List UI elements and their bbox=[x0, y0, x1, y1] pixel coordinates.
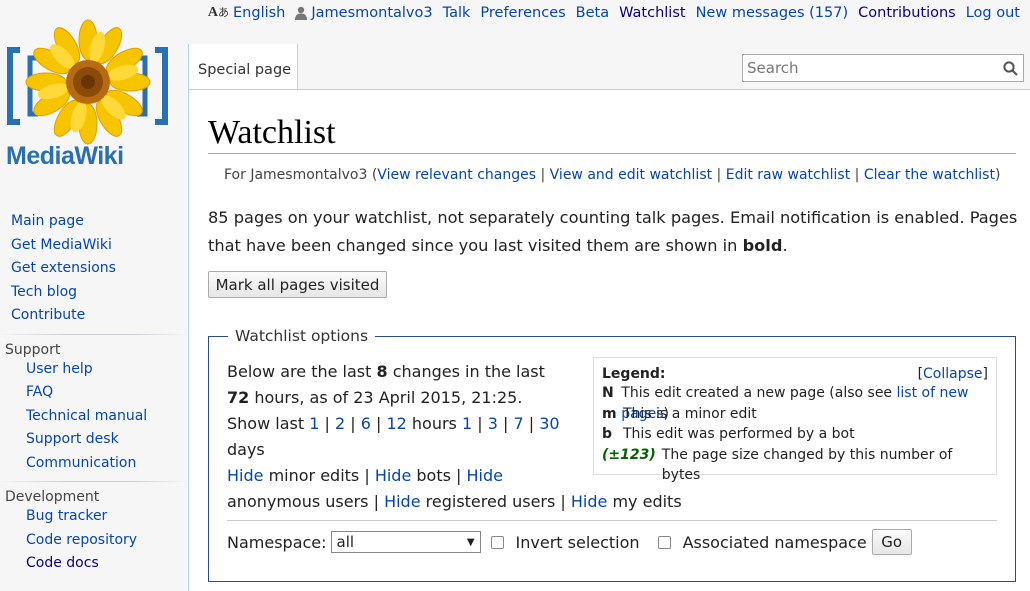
sidebar-heading-support[interactable]: Support bbox=[0, 333, 188, 358]
sidebar-item-bug-tracker[interactable]: Bug tracker bbox=[26, 508, 107, 524]
sunflower-logo-icon bbox=[7, 19, 168, 145]
search-button[interactable] bbox=[997, 55, 1023, 81]
search-input[interactable] bbox=[743, 55, 997, 81]
sidebar-item-technical-manual[interactable]: Technical manual bbox=[26, 408, 147, 424]
legend-title: Legend: bbox=[602, 366, 666, 382]
legend-row-new: N This edit created a new page (also see … bbox=[602, 385, 969, 422]
sidebar-development: Bug tracker Code repository Code docs bbox=[0, 505, 188, 576]
namespace-select[interactable]: all ▼ bbox=[330, 531, 481, 553]
sidebar-item-faq[interactable]: FAQ bbox=[26, 384, 53, 400]
username-link[interactable]: Jamesmontalvo3 bbox=[311, 5, 432, 21]
tab-special-page-label: Special page bbox=[198, 62, 292, 78]
days-link-7[interactable]: 7 bbox=[513, 414, 523, 433]
watchlist-options-legend: Watchlist options bbox=[228, 327, 376, 345]
namespace-label: Namespace: bbox=[227, 532, 327, 552]
sidebar-item-get-extensions[interactable]: Get extensions bbox=[11, 260, 116, 276]
sidebar-item-get-mediawiki[interactable]: Get MediaWiki bbox=[11, 237, 112, 253]
dropdown-arrow-icon: ▼ bbox=[466, 536, 475, 548]
sidebar: Main page Get MediaWiki Get extensions T… bbox=[0, 210, 188, 576]
hours-link-1[interactable]: 1 bbox=[309, 414, 319, 433]
sidebar-item-support-desk[interactable]: Support desk bbox=[26, 431, 119, 447]
sidebar-item-code-docs[interactable]: Code docs bbox=[26, 555, 99, 571]
sidebar-item-contribute[interactable]: Contribute bbox=[11, 307, 85, 323]
clear-watchlist-link[interactable]: Clear the watchlist bbox=[864, 167, 995, 183]
days-link-3[interactable]: 3 bbox=[488, 414, 498, 433]
contributions-link[interactable]: Contributions bbox=[858, 5, 956, 21]
options-divider bbox=[227, 520, 997, 521]
search-box bbox=[742, 54, 1024, 82]
user-icon bbox=[295, 6, 308, 20]
sidebar-item-code-repository[interactable]: Code repository bbox=[26, 532, 137, 548]
logo-wordmark: MediaWiki bbox=[6, 142, 124, 170]
watchlist-options-fieldset: Watchlist options Below are the last 8 c… bbox=[208, 327, 1016, 582]
sidebar-heading-development[interactable]: Development bbox=[0, 481, 188, 505]
new-messages-link[interactable]: New messages (157) bbox=[696, 5, 849, 21]
associated-namespace-label[interactable]: Associated namespace bbox=[683, 533, 867, 552]
sidebar-support: User help FAQ Technical manual Support d… bbox=[0, 358, 188, 476]
talk-link[interactable]: Talk bbox=[443, 5, 471, 21]
hide-minor-edits-link[interactable]: Hide bbox=[227, 466, 263, 485]
days-link-30[interactable]: 30 bbox=[539, 414, 559, 433]
view-edit-watchlist-link[interactable]: View and edit watchlist bbox=[550, 167, 712, 183]
mark-all-visited-button[interactable]: Mark all pages visited bbox=[208, 271, 387, 298]
legend-box: Legend: [Collapse] N This edit created a n… bbox=[593, 357, 997, 484]
sidebar-item-tech-blog[interactable]: Tech blog bbox=[11, 284, 77, 300]
days-link-1[interactable]: 1 bbox=[462, 414, 472, 433]
page-subtitle: For Jamesmontalvo3 (View relevant change… bbox=[224, 167, 1001, 183]
namespace-row: Namespace: all ▼ Invert selection Associa… bbox=[227, 529, 912, 555]
hide-registered-link[interactable]: Hide bbox=[384, 492, 420, 511]
preferences-link[interactable]: Preferences bbox=[480, 5, 565, 21]
hide-anonymous-link[interactable]: Hide bbox=[467, 466, 503, 485]
page-title: Watchlist bbox=[208, 114, 1016, 154]
tab-special-page[interactable]: Special page bbox=[188, 44, 298, 90]
legend-row-bot: b This edit was performed by a bot bbox=[602, 426, 855, 442]
sidebar-item-communication[interactable]: Communication bbox=[26, 455, 136, 471]
site-logo[interactable]: MediaWiki bbox=[0, 10, 175, 170]
logout-link[interactable]: Log out bbox=[966, 5, 1020, 21]
hours-link-6[interactable]: 6 bbox=[361, 414, 371, 433]
legend-row-minor: m This is a minor edit bbox=[602, 405, 757, 422]
watchlist-summary: 85 pages on your watchlist, not separate… bbox=[208, 208, 1018, 255]
sidebar-item-user-help[interactable]: User help bbox=[26, 361, 93, 377]
language-icon: Aあ bbox=[207, 5, 230, 20]
search-icon bbox=[1002, 60, 1018, 76]
language-selector[interactable]: Aあ English bbox=[208, 4, 285, 21]
go-button[interactable]: Go bbox=[871, 529, 912, 555]
hours-link-12[interactable]: 12 bbox=[386, 414, 406, 433]
invert-selection-checkbox[interactable] bbox=[490, 535, 504, 549]
beta-link[interactable]: Beta bbox=[576, 5, 609, 21]
sidebar-item-main-page[interactable]: Main page bbox=[11, 213, 84, 229]
invert-selection-label[interactable]: Invert selection bbox=[516, 533, 640, 552]
hide-bots-link[interactable]: Hide bbox=[375, 466, 411, 485]
legend-collapse-link[interactable]: Collapse bbox=[923, 366, 983, 382]
edit-raw-watchlist-link[interactable]: Edit raw watchlist bbox=[726, 167, 850, 183]
sidebar-navigation: Main page Get MediaWiki Get extensions T… bbox=[0, 210, 188, 328]
hide-my-edits-link[interactable]: Hide bbox=[571, 492, 607, 511]
watchlist-options-text: Below are the last 8 changes in the last… bbox=[227, 362, 682, 511]
associated-namespace-checkbox[interactable] bbox=[657, 535, 671, 549]
language-link[interactable]: English bbox=[233, 5, 285, 21]
watchlist-link[interactable]: Watchlist bbox=[619, 5, 685, 21]
hours-link-2[interactable]: 2 bbox=[335, 414, 345, 433]
content-area: Watchlist For Jamesmontalvo3 (View relev… bbox=[188, 89, 1030, 591]
view-relevant-changes-link[interactable]: View relevant changes bbox=[377, 167, 536, 183]
legend-row-size: (±123) The page size changed by this numb… bbox=[602, 446, 953, 484]
personal-toolbar: Aあ English Jamesmontalvo3 Talk Preferenc… bbox=[208, 4, 1020, 21]
